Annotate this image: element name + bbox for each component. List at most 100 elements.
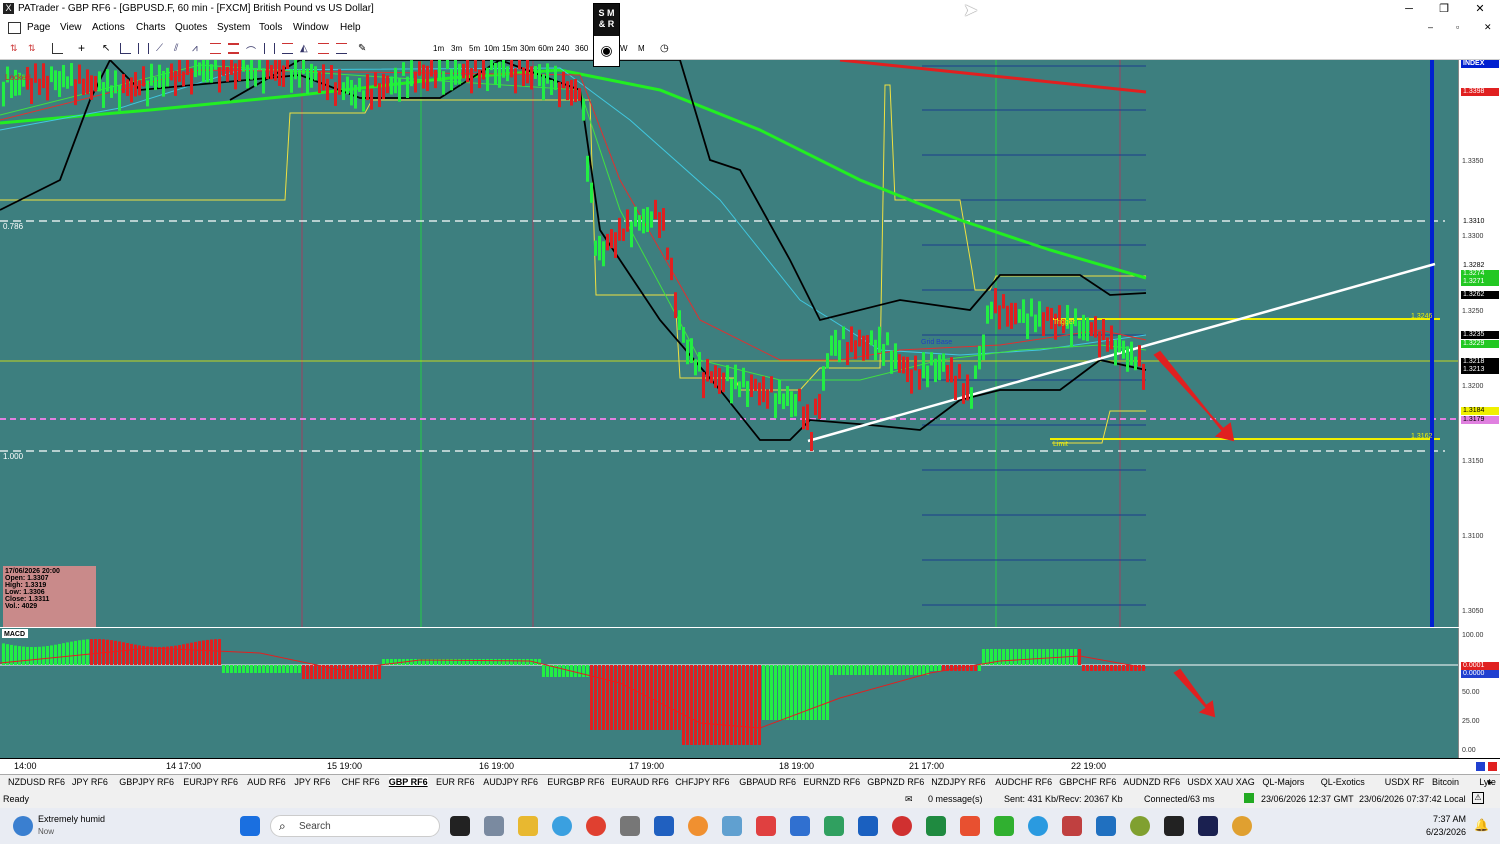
vline-icon[interactable]	[138, 43, 149, 54]
menu-quotes[interactable]: Quotes	[175, 22, 207, 33]
symbol-tab[interactable]: AUDCHF RF6	[995, 777, 1052, 787]
tabs-scroll-right-icon[interactable]: ▸	[1488, 777, 1493, 788]
chrome-icon[interactable]	[586, 816, 606, 836]
timeframe-m[interactable]: M	[638, 44, 645, 53]
file-explorer-icon[interactable]	[518, 816, 538, 836]
timeframe-15m[interactable]: 15m	[502, 44, 518, 53]
symbol-tab[interactable]: Bitcoin	[1432, 777, 1459, 787]
pitchfork-icon[interactable]	[336, 43, 347, 54]
app-icon[interactable]	[1096, 816, 1116, 836]
timeframe-5m[interactable]: 5m	[469, 44, 480, 53]
mdi-close-button[interactable]: ✕	[1484, 22, 1492, 33]
draw-icon[interactable]: ✎	[358, 43, 369, 54]
symbol-tab[interactable]: USDX XAU XAG	[1187, 777, 1255, 787]
maximize-button[interactable]: ❐	[1429, 1, 1459, 17]
menu-view[interactable]: View	[60, 22, 82, 33]
eye-icon[interactable]: ◉	[594, 36, 619, 64]
price-scale[interactable]: INDEX 1.3350 1.3300 1.3250 1.3200 1.3150…	[1458, 60, 1500, 627]
menu-actions[interactable]: Actions	[92, 22, 125, 33]
symbol-tab[interactable]: GBPNZD RF6	[867, 777, 924, 787]
app-icon[interactable]	[1130, 816, 1150, 836]
weather-icon[interactable]	[13, 816, 33, 836]
smr-icon[interactable]	[1164, 816, 1184, 836]
symbol-tab[interactable]: EUR RF6	[436, 777, 475, 787]
app-icon[interactable]	[994, 816, 1014, 836]
app-icon[interactable]	[756, 816, 776, 836]
scale-icon[interactable]	[1488, 762, 1497, 771]
symbol-tab[interactable]: GBPAUD RF6	[739, 777, 796, 787]
symbol-tab[interactable]: USDX RF	[1385, 777, 1425, 787]
symbol-tab[interactable]: GBP RF6	[388, 777, 428, 787]
levels-icon[interactable]	[318, 43, 329, 54]
crosshair-icon[interactable]: +	[78, 42, 89, 54]
triangle-icon[interactable]: ◭	[300, 43, 311, 54]
outlook-icon[interactable]	[858, 816, 878, 836]
timeframe-240[interactable]: 240	[556, 44, 569, 53]
app-icon[interactable]	[790, 816, 810, 836]
symbol-tab[interactable]: CHFJPY RF6	[675, 777, 729, 787]
symbol-tab[interactable]: EURNZD RF6	[803, 777, 860, 787]
timeframe-10m[interactable]: 10m	[484, 44, 500, 53]
symbol-tab[interactable]: NZDJPY RF6	[931, 777, 985, 787]
chart-icon[interactable]	[52, 43, 63, 54]
symbol-tab[interactable]: NZDUSD RF6	[8, 777, 65, 787]
symbol-tab[interactable]: CHF RF6	[342, 777, 380, 787]
symbol-tab[interactable]: AUDNZD RF6	[1123, 777, 1180, 787]
menu-tools[interactable]: Tools	[259, 22, 282, 33]
arc-icon[interactable]: ⌒	[246, 43, 257, 58]
menu-window[interactable]: Window	[293, 22, 329, 33]
notification-icon[interactable]: 🔔	[1474, 818, 1489, 832]
fan-icon[interactable]: ⩘	[192, 43, 203, 54]
symbol-tab[interactable]: AUDJPY RF6	[483, 777, 538, 787]
chrome-icon[interactable]	[1232, 816, 1252, 836]
symbol-tab[interactable]: QL-Majors	[1262, 777, 1304, 787]
search-box[interactable]: ⌕ Search	[270, 815, 440, 837]
symbol-tab[interactable]: EURAUD RF6	[611, 777, 669, 787]
symbol-tab[interactable]: EURJPY RF6	[183, 777, 238, 787]
app-icon[interactable]	[722, 816, 742, 836]
trendline-icon[interactable]: ⟋	[156, 43, 167, 54]
sell-icon[interactable]: ⇅	[28, 43, 39, 54]
taskview-icon[interactable]	[450, 816, 470, 836]
macd-panel[interactable]: MACD	[0, 628, 1458, 758]
warning-icon[interactable]: ⚠	[1472, 792, 1484, 804]
symbol-tab[interactable]: JPY RF6	[294, 777, 330, 787]
symbol-tab[interactable]: QL-Exotics	[1321, 777, 1365, 787]
grid-icon[interactable]	[282, 43, 293, 54]
menu-page[interactable]: Page	[27, 22, 50, 33]
excel-icon[interactable]	[926, 816, 946, 836]
timeframe-1m[interactable]: 1m	[433, 44, 444, 53]
app-icon[interactable]	[1062, 816, 1082, 836]
hline-icon[interactable]	[120, 43, 131, 54]
buy-icon[interactable]: ⇅	[10, 43, 21, 54]
menu-system[interactable]: System	[217, 22, 250, 33]
timeframe-360[interactable]: 360	[575, 44, 588, 53]
symbol-tab[interactable]: GBPCHF RF6	[1059, 777, 1116, 787]
app-icon[interactable]	[892, 816, 912, 836]
timeframe-60m[interactable]: 60m	[538, 44, 554, 53]
app-icon[interactable]	[824, 816, 844, 836]
start-icon[interactable]	[240, 816, 260, 836]
app-icon[interactable]	[960, 816, 980, 836]
channel-icon[interactable]: ⫽	[174, 43, 185, 54]
mdi-restore-button[interactable]: ▫	[1456, 22, 1459, 32]
symbol-tab[interactable]: GBPJPY RF6	[119, 777, 174, 787]
minimize-button[interactable]: ─	[1394, 1, 1424, 17]
close-button[interactable]: ✕	[1465, 1, 1495, 17]
fibo-icon[interactable]	[210, 43, 221, 54]
symbol-tab[interactable]: EURGBP RF6	[547, 777, 604, 787]
timeframe-30m[interactable]: 30m	[520, 44, 536, 53]
telegram-icon[interactable]	[1028, 816, 1048, 836]
menu-help[interactable]: Help	[340, 22, 361, 33]
fibo-ext-icon[interactable]	[228, 43, 239, 54]
pointer-icon[interactable]: ↖	[102, 43, 113, 54]
notes-icon[interactable]	[654, 816, 674, 836]
timeframe-w[interactable]: W	[620, 44, 628, 53]
mdi-minimize-button[interactable]: –	[1428, 22, 1433, 32]
symbol-tab[interactable]: AUD RF6	[247, 777, 286, 787]
menu-charts[interactable]: Charts	[136, 22, 165, 33]
scale-icon[interactable]	[1476, 762, 1485, 771]
timeframe-3m[interactable]: 3m	[451, 44, 462, 53]
patrader-icon[interactable]	[620, 816, 640, 836]
app-icon[interactable]	[1198, 816, 1218, 836]
